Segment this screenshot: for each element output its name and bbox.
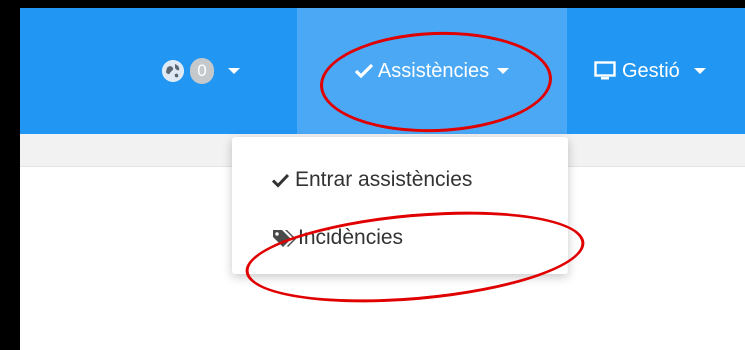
assistencies-dropdown-menu: Entrar assistències Incidències bbox=[232, 137, 568, 274]
page: 0 Assistències Gestió Entrar assistèncie… bbox=[20, 8, 745, 350]
menu-item-incidencies[interactable]: Incidències bbox=[232, 213, 568, 263]
monitor-icon bbox=[594, 61, 616, 81]
caret-down-icon bbox=[228, 68, 240, 74]
check-icon bbox=[272, 173, 289, 188]
gestio-label: Gestió bbox=[622, 59, 680, 82]
tag-icon bbox=[272, 228, 298, 248]
menu-item-label: Entrar assistències bbox=[295, 168, 473, 191]
assistencies-menu[interactable]: Assistències bbox=[297, 8, 567, 134]
check-icon bbox=[354, 63, 373, 79]
top-navbar: 0 Assistències Gestió bbox=[20, 8, 745, 134]
gestio-menu[interactable]: Gestió bbox=[580, 8, 745, 134]
assistencies-label: Assistències bbox=[377, 59, 490, 82]
menu-item-label: Incidències bbox=[298, 226, 404, 249]
globe-icon bbox=[162, 60, 184, 82]
menu-item-entrar-assistencies[interactable]: Entrar assistències bbox=[232, 155, 568, 205]
caret-down-icon bbox=[693, 68, 706, 74]
caret-down-icon bbox=[497, 68, 510, 74]
notification-count-badge: 0 bbox=[190, 58, 214, 84]
notifications-menu[interactable]: 0 bbox=[162, 8, 272, 134]
